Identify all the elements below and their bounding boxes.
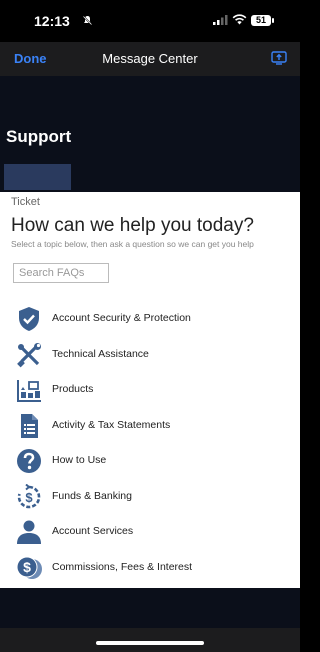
status-bar: 12:13 51 bbox=[0, 0, 300, 42]
topic-technical-assistance[interactable]: Technical Assistance bbox=[0, 338, 300, 372]
svg-text:$: $ bbox=[23, 559, 31, 575]
person-icon bbox=[17, 520, 41, 544]
search-faqs-input[interactable] bbox=[13, 263, 109, 283]
topic-label: Account Security & Protection bbox=[52, 312, 191, 324]
products-icon bbox=[17, 380, 41, 402]
ticket-panel: Ticket How can we help you today? Select… bbox=[0, 192, 300, 588]
battery-level: 51 bbox=[251, 15, 271, 26]
topic-products[interactable]: Products bbox=[0, 373, 300, 407]
topic-label: How to Use bbox=[52, 454, 107, 466]
topic-label: Activity & Tax Statements bbox=[52, 419, 171, 431]
topic-how-to-use[interactable]: How to Use bbox=[0, 444, 300, 478]
help-subheading: Select a topic below, then ask a questio… bbox=[11, 239, 254, 249]
share-screen-icon[interactable] bbox=[271, 51, 287, 65]
topic-funds-banking[interactable]: $ Funds & Banking bbox=[0, 480, 300, 514]
wifi-icon bbox=[232, 14, 247, 25]
document-list-icon bbox=[21, 414, 38, 438]
topic-label: Funds & Banking bbox=[52, 490, 132, 502]
topic-account-security[interactable]: Account Security & Protection bbox=[0, 302, 300, 336]
topic-label: Technical Assistance bbox=[52, 348, 149, 360]
support-header: Support bbox=[0, 76, 300, 192]
bottom-bar bbox=[0, 588, 300, 652]
home-indicator[interactable] bbox=[96, 641, 204, 645]
dollar-cycle-icon: $ bbox=[17, 484, 41, 509]
status-time: 12:13 bbox=[34, 13, 70, 29]
topic-label: Commissions, Fees & Interest bbox=[52, 561, 193, 573]
bottom-dark-strip bbox=[0, 588, 300, 628]
coins-dollar-icon: $ bbox=[16, 556, 42, 579]
svg-text:$: $ bbox=[25, 490, 33, 505]
ticket-label: Ticket bbox=[11, 196, 40, 208]
topic-label: Account Services bbox=[52, 525, 134, 537]
topic-label: Products bbox=[52, 383, 94, 395]
bell-muted-icon bbox=[82, 15, 93, 26]
page-title: Support bbox=[6, 127, 72, 146]
nav-title: Message Center bbox=[102, 51, 198, 66]
topic-account-services[interactable]: Account Services bbox=[0, 515, 300, 549]
question-icon bbox=[17, 449, 41, 473]
topic-commissions-fees[interactable]: $ Commissions, Fees & Interest bbox=[0, 551, 300, 585]
nav-bar: Done Message Center bbox=[0, 42, 300, 76]
signal-icon bbox=[213, 15, 228, 25]
wrench-screwdriver-icon bbox=[17, 343, 41, 368]
battery-nub bbox=[272, 18, 274, 23]
header-tab[interactable] bbox=[4, 164, 71, 190]
topic-activity-tax[interactable]: Activity & Tax Statements bbox=[0, 409, 300, 443]
help-heading: How can we help you today? bbox=[11, 215, 254, 236]
shield-check-icon bbox=[19, 307, 39, 331]
